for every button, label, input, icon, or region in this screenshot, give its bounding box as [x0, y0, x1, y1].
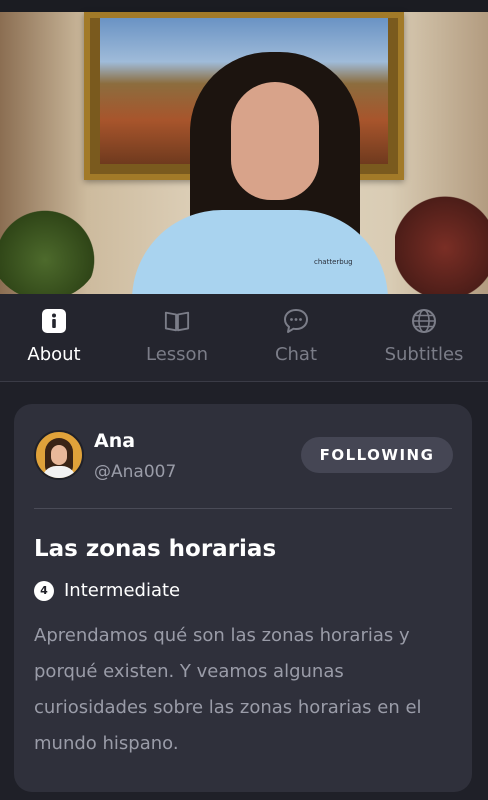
tab-about-label: About — [27, 344, 81, 365]
tab-about[interactable]: About — [0, 294, 108, 382]
following-button[interactable]: FOLLOWING — [301, 437, 453, 473]
chat-bubble-icon — [283, 308, 309, 334]
author-avatar[interactable] — [34, 430, 84, 480]
level-label: Intermediate — [64, 580, 181, 601]
video-player[interactable]: chatterbug — [0, 0, 488, 294]
tab-lesson-label: Lesson — [146, 344, 208, 365]
lesson-title: Las zonas horarias — [34, 536, 277, 562]
level-indicator: 4 Intermediate — [34, 580, 180, 601]
book-icon — [164, 308, 190, 334]
info-icon — [41, 308, 67, 334]
tab-lesson[interactable]: Lesson — [118, 294, 236, 382]
tab-chat[interactable]: Chat — [246, 294, 346, 382]
globe-icon — [411, 308, 437, 334]
teacher-face — [231, 82, 319, 200]
plant-right — [395, 170, 488, 294]
author-name[interactable]: Ana — [94, 430, 135, 452]
lesson-info-card: Ana @Ana007 FOLLOWING Las zonas horarias… — [14, 404, 472, 792]
level-number-badge: 4 — [34, 580, 54, 601]
shirt-brand-logo: chatterbug — [314, 258, 353, 266]
tab-bar: About Lesson Chat Subtitles — [0, 294, 488, 382]
video-top-bar — [0, 0, 488, 12]
author-handle: @Ana007 — [94, 462, 177, 482]
lesson-description: Aprendamos qué son las zonas horarias y … — [34, 625, 422, 754]
tab-subtitles-label: Subtitles — [384, 344, 464, 365]
tab-subtitles[interactable]: Subtitles — [360, 294, 488, 382]
divider — [34, 508, 452, 509]
tab-chat-label: Chat — [274, 344, 318, 365]
